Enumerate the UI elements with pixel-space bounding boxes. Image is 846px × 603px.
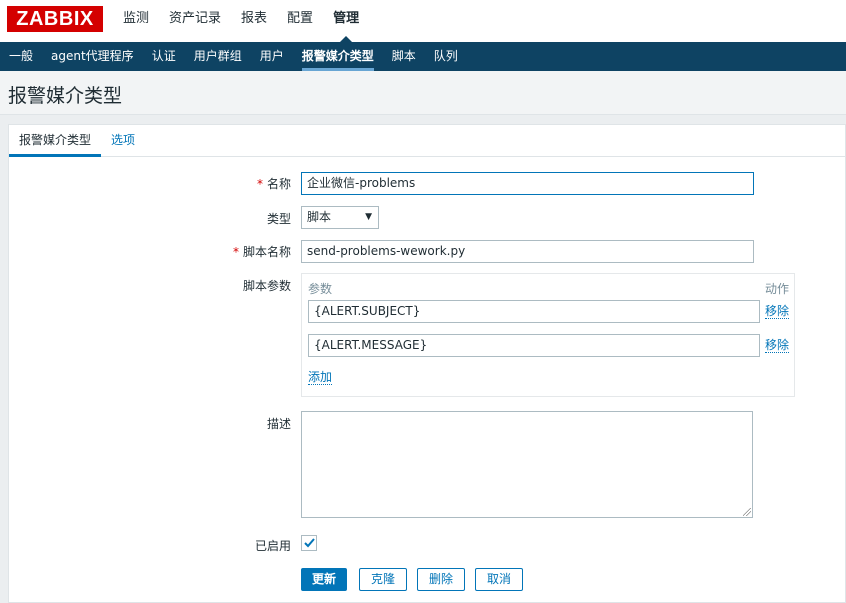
param-input-1[interactable]: {ALERT.SUBJECT} (308, 300, 760, 323)
dropdown-arrow-icon: ▼ (365, 212, 372, 222)
main-menu-configuration[interactable]: 配置 (277, 0, 323, 42)
tab-options[interactable]: 选项 (111, 132, 135, 157)
description-label: 描述 (266, 417, 291, 431)
tab-media-type[interactable]: 报警媒介类型 (9, 132, 102, 157)
sub-menu: 一般 agent代理程序 认证 用户群组 用户 报警媒介类型 脚本 队列 (0, 42, 846, 71)
required-mark: * (232, 245, 239, 259)
sub-menu-general[interactable]: 一般 (0, 42, 42, 71)
resize-grip-icon[interactable] (743, 508, 751, 516)
name-label: * 名称 (256, 177, 291, 191)
main-menu-reports[interactable]: 报表 (231, 0, 277, 42)
add-param-link[interactable]: 添加 (308, 370, 333, 385)
description-textarea[interactable] (301, 411, 753, 518)
sub-menu-users[interactable]: 用户 (251, 42, 293, 71)
enabled-label: 已启用 (254, 539, 291, 553)
param-input-2[interactable]: {ALERT.MESSAGE} (308, 334, 760, 357)
clone-button[interactable]: 克隆 (359, 568, 407, 591)
script-params-label: 脚本参数 (242, 279, 291, 293)
tab-bar: 报警媒介类型 选项 (9, 125, 846, 157)
checkmark-icon (304, 538, 315, 548)
name-input[interactable]: 企业微信-problems (301, 172, 754, 195)
main-menu-monitoring[interactable]: 监测 (113, 0, 159, 42)
script-params-table: 参数 动作 {ALERT.SUBJECT} 移除 {ALERT.MESSAGE}… (301, 273, 795, 397)
sub-menu-scripts[interactable]: 脚本 (383, 42, 425, 71)
param-remove-link-2[interactable]: 移除 (765, 338, 790, 353)
sub-menu-queue[interactable]: 队列 (425, 42, 467, 71)
param-remove-link-1[interactable]: 移除 (765, 304, 790, 319)
required-mark: * (256, 177, 263, 191)
page-header: 报警媒介类型 (0, 71, 846, 115)
main-menu-administration[interactable]: 管理 (323, 0, 369, 42)
sub-menu-user-groups[interactable]: 用户群组 (185, 42, 251, 71)
main-menu: 监测 资产记录 报表 配置 管理 (113, 0, 369, 42)
update-button[interactable]: 更新 (301, 568, 347, 591)
sub-menu-authentication[interactable]: 认证 (143, 42, 185, 71)
main-menu-inventory[interactable]: 资产记录 (159, 0, 231, 42)
params-column-header: 参数 (308, 282, 333, 296)
sub-menu-proxies[interactable]: agent代理程序 (42, 42, 143, 71)
sub-menu-media-types[interactable]: 报警媒介类型 (293, 42, 383, 71)
zabbix-logo[interactable]: ZABBIX (7, 6, 103, 32)
enabled-checkbox[interactable] (301, 535, 317, 551)
action-column-header: 动作 (765, 282, 790, 296)
type-select[interactable]: 脚本 ▼ (301, 206, 379, 229)
page-title: 报警媒介类型 (8, 85, 123, 107)
top-bar: ZABBIX 监测 资产记录 报表 配置 管理 (0, 0, 846, 42)
script-name-label: * 脚本名称 (232, 245, 291, 259)
script-name-input[interactable]: send-problems-wework.py (301, 240, 754, 263)
delete-button[interactable]: 删除 (417, 568, 465, 591)
cancel-button[interactable]: 取消 (475, 568, 523, 591)
type-label: 类型 (266, 212, 291, 226)
type-select-value: 脚本 (307, 210, 332, 224)
form-panel: 报警媒介类型 选项 * 名称 企业微信-problems 类型 脚本 ▼ * 脚本名… (8, 124, 846, 603)
